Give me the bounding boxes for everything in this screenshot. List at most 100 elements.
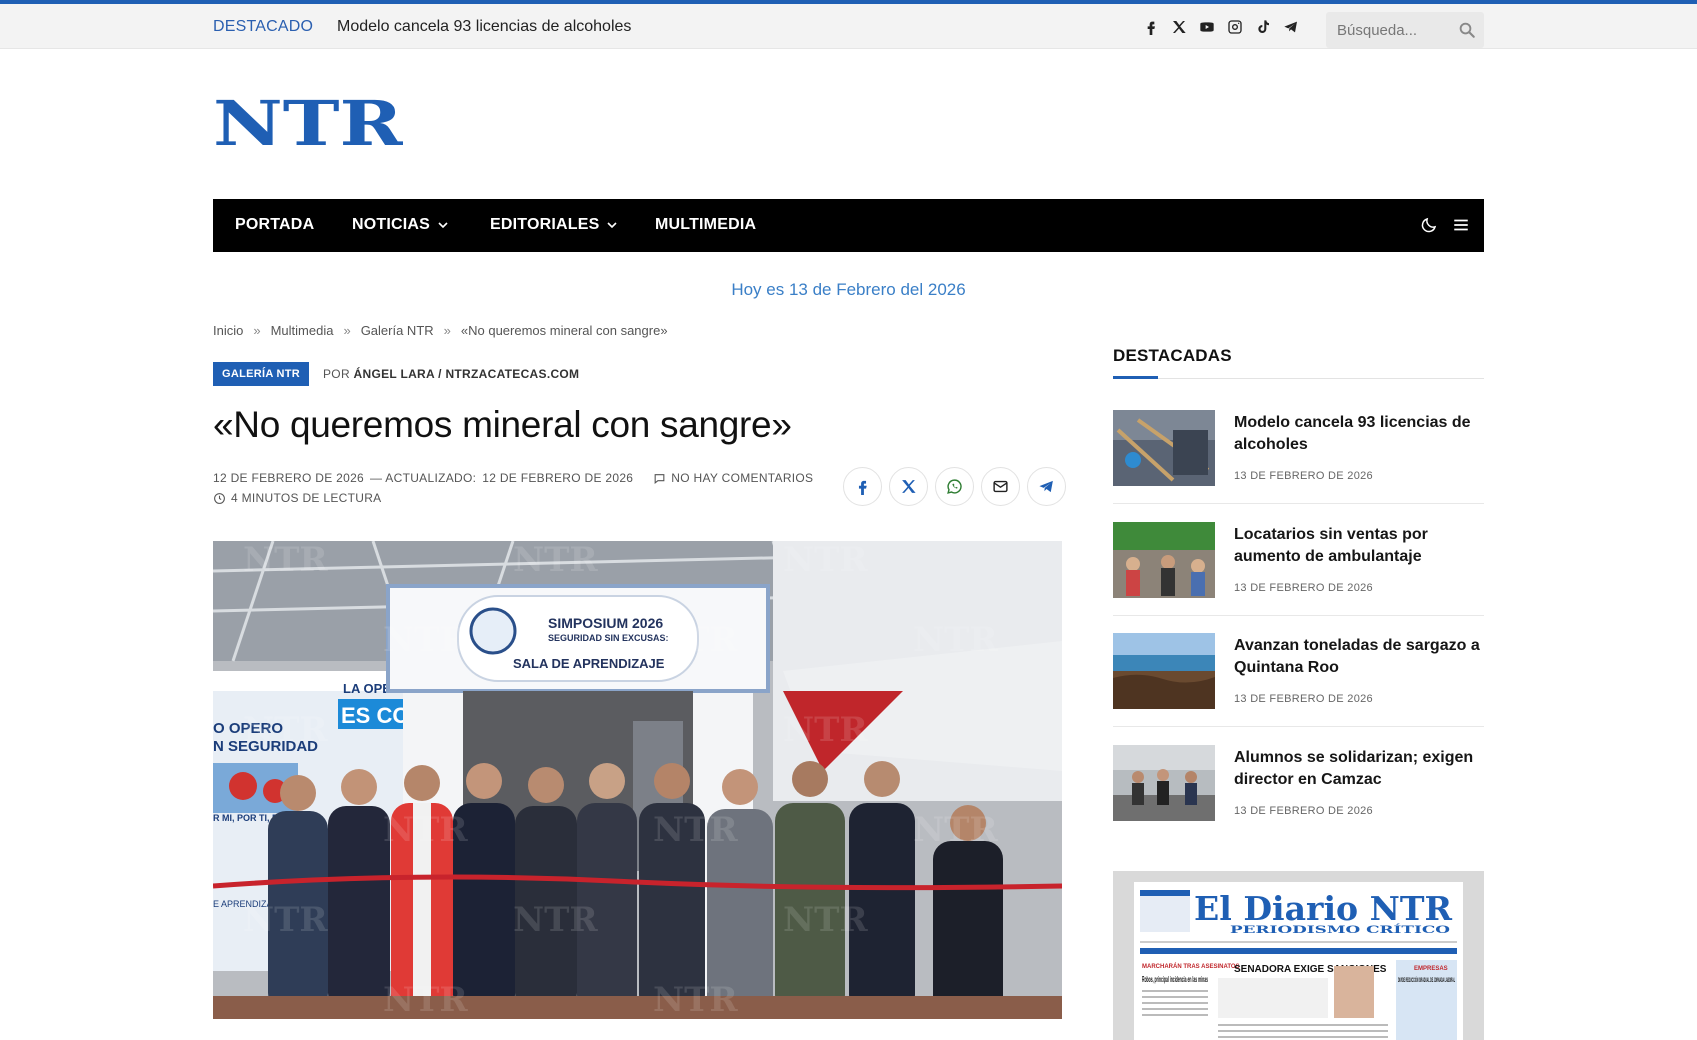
x-icon[interactable]: [1170, 17, 1188, 37]
comment-icon: [654, 473, 665, 484]
top-bar: DESTACADO Modelo cancela 93 licencias de…: [0, 4, 1697, 49]
watermark-text: NTR: [913, 810, 998, 850]
post-date: 13 DE FEBRERO DE 2026: [1234, 805, 1373, 817]
post-title[interactable]: Locatarios sin ventas por aumento de amb…: [1234, 524, 1484, 568]
breadcrumb-galeria[interactable]: Galería NTR: [361, 323, 434, 338]
breadcrumb-inicio[interactable]: Inicio: [213, 323, 243, 338]
newspaper-right-headline: DIVIDE REDUCCIÓN GRADUAL DE JORNADA LABO…: [1398, 976, 1455, 984]
telegram-icon: [1039, 480, 1053, 493]
dark-mode-moon-icon[interactable]: [1420, 216, 1438, 234]
byline-prefix: POR: [323, 367, 350, 381]
watermark-text: NTR: [243, 710, 328, 750]
sidebar-post[interactable]: Modelo cancela 93 licencias de alcoholes…: [1113, 410, 1484, 510]
sidebar-post[interactable]: Locatarios sin ventas por aumento de amb…: [1113, 522, 1484, 622]
post-divider: [1113, 726, 1484, 727]
featured-label: DESTACADO: [213, 18, 314, 35]
instagram-icon[interactable]: [1226, 17, 1244, 37]
logo-text: NTR: [213, 98, 403, 148]
nav-item-multimedia[interactable]: MULTIMEDIA: [655, 216, 756, 234]
newspaper-tagline: PERIODISMO CRÍTICO: [1230, 924, 1450, 936]
nav-item-label: EDITORIALES: [490, 216, 600, 233]
watermark-text: NTR: [513, 541, 598, 580]
x-icon: [902, 480, 916, 493]
telegram-icon[interactable]: [1282, 17, 1300, 37]
breadcrumb-separator: »: [253, 323, 261, 338]
newspaper-sheet: El Diario NTR PERIODISMO CRÍTICO MARCHAR…: [1134, 882, 1463, 1040]
nav-item-label: MULTIMEDIA: [655, 216, 757, 233]
share-email-button[interactable]: [981, 467, 1020, 506]
nav-item-noticias[interactable]: NOTICIAS: [352, 216, 448, 234]
chevron-down-icon: [438, 222, 448, 229]
facebook-icon[interactable]: [1142, 17, 1160, 37]
watermark-text: NTR: [653, 980, 738, 1019]
social-links: [1142, 17, 1300, 37]
email-icon: [993, 480, 1008, 493]
facebook-icon: [858, 480, 867, 495]
search-input[interactable]: [1326, 12, 1450, 48]
post-thumbnail[interactable]: [1113, 522, 1215, 598]
post-divider: [1113, 615, 1484, 616]
nav-item-editoriales[interactable]: EDITORIALES: [490, 216, 618, 234]
watermark-text: NTR: [383, 810, 468, 850]
youtube-icon[interactable]: [1198, 17, 1216, 37]
site-logo[interactable]: NTR: [213, 98, 403, 148]
byline: POR ÁNGEL LARA / NTRZACATECAS.COM: [323, 367, 579, 381]
article-title: «No queremos mineral con sangre»: [213, 404, 792, 445]
comments-count: NO HAY COMENTARIOS: [671, 471, 814, 485]
nav-item-label: PORTADA: [235, 216, 315, 233]
watermark-text: NTR: [513, 900, 598, 940]
watermark-text: NTR: [783, 541, 868, 580]
watermark-text: NTR: [383, 620, 468, 660]
ticker-headline-link[interactable]: Modelo cancela 93 licencias de alcoholes: [337, 18, 631, 36]
published-date: 12 DE FEBRERO DE 2026: [213, 471, 365, 485]
breadcrumb: Inicio » Multimedia » Galería NTR » «No …: [213, 323, 668, 338]
watermark-text: NTR: [243, 541, 328, 580]
sidebar-title: DESTACADAS: [1113, 346, 1232, 365]
post-date: 13 DE FEBRERO DE 2026: [1234, 693, 1373, 705]
comments-link[interactable]: NO HAY COMENTARIOS: [653, 471, 813, 485]
article-meta: 12 DE FEBRERO DE 2026 — ACTUALIZADO: 12 …: [213, 471, 813, 485]
watermark-text: NTR: [383, 980, 468, 1019]
reading-time: 4 MINUTOS DE LECTURA: [213, 491, 381, 505]
share-telegram-button[interactable]: [1027, 467, 1066, 506]
post-title[interactable]: Alumnos se solidarizan; exigen director …: [1234, 747, 1484, 791]
updated-label: — ACTUALIZADO:: [370, 471, 477, 485]
post-thumbnail[interactable]: [1113, 410, 1215, 486]
watermark-text: NTR: [783, 900, 868, 940]
watermark-text: NTR: [913, 620, 998, 660]
chevron-down-icon: [607, 222, 618, 229]
sidebar-title-accent: [1113, 376, 1158, 379]
share-whatsapp-button[interactable]: [935, 467, 974, 506]
nav-item-label: NOTICIAS: [352, 216, 431, 233]
newspaper-right-kicker: EMPRESAS: [1414, 966, 1448, 972]
post-divider: [1113, 503, 1484, 504]
post-title[interactable]: Avanzan toneladas de sargazo a Quintana …: [1234, 635, 1484, 679]
search-icon[interactable]: [1458, 21, 1476, 39]
share-facebook-button[interactable]: [843, 467, 882, 506]
search-box: [1326, 12, 1484, 48]
newspaper-cover[interactable]: El Diario NTR PERIODISMO CRÍTICO MARCHAR…: [1113, 871, 1484, 1040]
post-thumbnail[interactable]: [1113, 633, 1215, 709]
share-buttons: [843, 467, 1066, 506]
sign-title: SIMPOSIUM 2026: [548, 615, 663, 631]
watermark-text: NTR: [653, 620, 738, 660]
nav-item-portada[interactable]: PORTADA: [235, 216, 314, 234]
menu-hamburger-icon[interactable]: [1452, 216, 1470, 234]
share-x-button[interactable]: [889, 467, 928, 506]
post-title[interactable]: Modelo cancela 93 licencias de alcoholes: [1234, 412, 1484, 456]
newspaper-left-headline: Robos, principal incidencia en las minas: [1142, 975, 1208, 984]
hero-illustration: LA OPERAC ES COM O OPERO N SEGURIDAD R M…: [213, 541, 1062, 1019]
updated-date: 12 DE FEBRERO DE 2026: [482, 471, 634, 485]
main-nav: PORTADA NOTICIAS EDITORIALES MULTIMEDIA: [213, 199, 1484, 252]
tiktok-icon[interactable]: [1254, 17, 1272, 37]
category-badge[interactable]: GALERÍA NTR: [213, 362, 310, 386]
sign-room: SALA DE APRENDIZAJE: [513, 656, 665, 671]
today-date-text: Hoy es 13 de Febrero del 2026: [731, 280, 966, 299]
post-thumbnail[interactable]: [1113, 745, 1215, 821]
breadcrumb-multimedia[interactable]: Multimedia: [271, 323, 334, 338]
newspaper-masthead: El Diario NTR: [1194, 889, 1453, 928]
author-link[interactable]: ÁNGEL LARA / NTRZACATECAS.COM: [354, 367, 580, 381]
article-hero-image: LA OPERAC ES COM O OPERO N SEGURIDAD R M…: [213, 541, 1062, 1019]
sidebar-post[interactable]: Alumnos se solidarizan; exigen director …: [1113, 745, 1484, 845]
sidebar-post[interactable]: Avanzan toneladas de sargazo a Quintana …: [1113, 633, 1484, 733]
